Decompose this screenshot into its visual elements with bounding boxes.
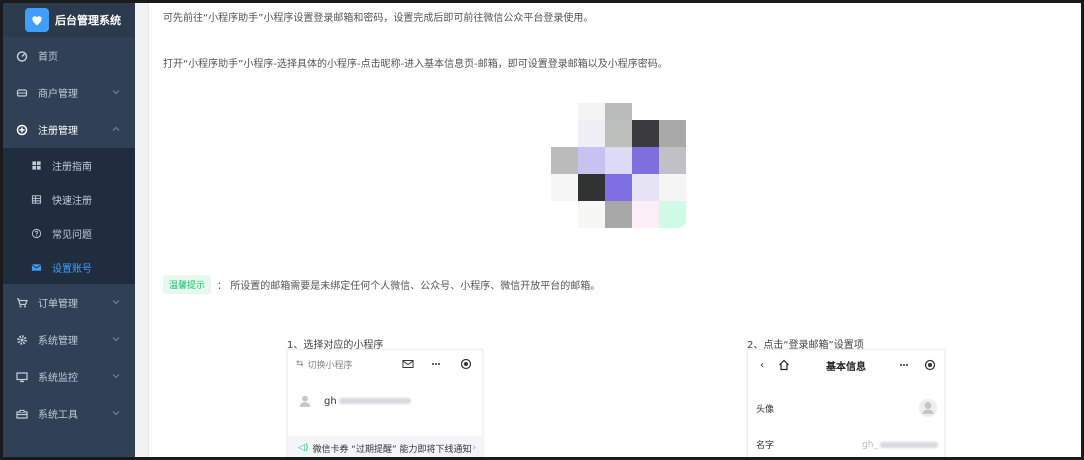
target-icon (460, 358, 472, 370)
sidebar-item-orders[interactable]: 订单管理 (3, 284, 135, 321)
sidebar-item-label: 注册指南 (52, 161, 92, 173)
sidebar-item-label: 设置账号 (52, 263, 92, 275)
name-row[interactable]: 名字 gh_ (756, 438, 938, 451)
phone1-header: ⇆ 切换小程序 (288, 350, 482, 378)
target-icon (924, 359, 936, 371)
logo-bar[interactable]: 后台管理系统 (3, 3, 135, 37)
cart-icon (15, 296, 29, 310)
chevron-down-icon (112, 374, 120, 379)
chevron-up-icon (112, 126, 120, 131)
sidebar-item-quick-register[interactable]: 快速注册 (3, 182, 135, 216)
monitor-icon (15, 370, 29, 384)
back-icon[interactable]: ‹ (760, 360, 764, 371)
mail-icon (29, 260, 43, 274)
notice-text: 微信卡券 “过期提醒” 能力即将下线通知 (312, 444, 472, 455)
switch-label: 切换小程序 (307, 360, 353, 371)
chevron-down-icon (112, 411, 120, 416)
sidebar-item-label: 首页 (38, 52, 58, 63)
blurred-name (880, 441, 938, 448)
user-avatar-icon (299, 395, 311, 407)
chevron-down-icon (112, 337, 120, 342)
sidebar-item-merchant[interactable]: 商户管理 (3, 74, 135, 111)
sidebar-item-registration[interactable]: 注册管理 (3, 111, 135, 148)
tip-banner: 温馨提示 ： 所设置的邮箱需要是未绑定任何个人微信、公众号、小程序、微信开放平台… (163, 275, 600, 294)
sidebar-item-label: 订单管理 (38, 299, 78, 310)
sidebar-item-label: 系统管理 (38, 336, 78, 347)
more-icon (432, 363, 440, 365)
tip-text: ： 所设置的邮箱需要是未绑定任何个人微信、公众号、小程序、微信开放平台的邮箱。 (217, 281, 601, 292)
notice-row[interactable]: ◁) 微信卡券 “过期提醒” 能力即将下线通知 › (288, 436, 484, 457)
sidebar-item-account-settings[interactable]: 设置账号 (3, 250, 135, 284)
grid-icon (29, 158, 43, 172)
store-icon (15, 86, 29, 100)
sidebar-item-label: 商户管理 (38, 89, 78, 100)
app-title: 后台管理系统 (55, 14, 121, 27)
table-icon (29, 192, 43, 206)
sidebar-item-label: 快速注册 (52, 195, 92, 207)
sidebar-item-system-admin[interactable]: 系统管理 (3, 321, 135, 358)
sidebar-item-label: 系统工具 (38, 410, 78, 421)
phone2-header: ‹ 基本信息 (748, 350, 944, 380)
account-row[interactable]: gh (298, 394, 411, 408)
speaker-icon: ◁) (298, 443, 309, 453)
sidebar-item-label: 常见问题 (52, 229, 92, 241)
chevron-right-icon: › (472, 443, 476, 453)
main-content: 可先前往“小程序助手”小程序设置登录邮箱和密码，设置完成后即可前往微信公众平台登… (149, 3, 1081, 457)
question-icon (29, 226, 43, 240)
heart-logo-icon (25, 8, 49, 32)
intro-paragraph: 可先前往“小程序助手”小程序设置登录邮箱和密码，设置完成后即可前往微信公众平台登… (163, 13, 594, 24)
mail-icon (402, 360, 414, 368)
name-row-label: 名字 (756, 441, 775, 451)
sidebar-item-registration-guide[interactable]: 注册指南 (3, 148, 135, 182)
step1-screenshot: ⇆ 切换小程序 gh ◁) 微信卡券 “过期提醒” 能力即将下线通知 › (287, 349, 484, 457)
chevron-down-icon (112, 300, 120, 305)
qr-code-image (551, 103, 686, 233)
instructions-paragraph: 打开“小程序助手”小程序-选择具体的小程序-点击昵称-进入基本信息页-邮箱，即可… (163, 59, 668, 70)
sidebar-item-system-tools[interactable]: 系统工具 (3, 395, 135, 432)
name-prefix: gh_ (862, 439, 878, 450)
sidebar-item-faq[interactable]: 常见问题 (3, 216, 135, 250)
sidebar-item-home[interactable]: 首页 (3, 37, 135, 74)
chevron-down-icon (112, 90, 120, 95)
step2-screenshot: ‹ 基本信息 头像 名字 gh_ (747, 349, 945, 457)
more-icon (900, 364, 908, 366)
sidebar-item-system-monitor[interactable]: 系统监控 (3, 358, 135, 395)
home-icon[interactable] (778, 359, 790, 371)
dashboard-icon (15, 49, 29, 63)
toolbox-icon (15, 407, 29, 421)
tip-badge: 温馨提示 (163, 275, 212, 294)
account-prefix: gh (324, 395, 337, 407)
sidebar-item-label: 注册管理 (38, 126, 78, 137)
registration-submenu: 注册指南 快速注册 常见问题 设置账号 (3, 148, 135, 284)
sidebar-item-label: 系统监控 (38, 373, 78, 384)
sidebar-scroll-edge (135, 3, 149, 457)
gear-icon (15, 333, 29, 347)
blurred-account-id (338, 398, 411, 404)
phone2-title: 基本信息 (826, 361, 866, 373)
switch-icon: ⇆ (296, 359, 304, 369)
avatar-row[interactable]: 头像 (756, 398, 938, 418)
sidebar: 后台管理系统 首页 商户管理 注册管理 注册指南 快速注册 常见问题 设置账号 … (3, 3, 135, 457)
app-window: 后台管理系统 首页 商户管理 注册管理 注册指南 快速注册 常见问题 设置账号 … (3, 3, 1081, 457)
plus-circle-icon (15, 123, 29, 137)
avatar-icon (918, 398, 938, 418)
avatar-row-label: 头像 (756, 404, 775, 415)
